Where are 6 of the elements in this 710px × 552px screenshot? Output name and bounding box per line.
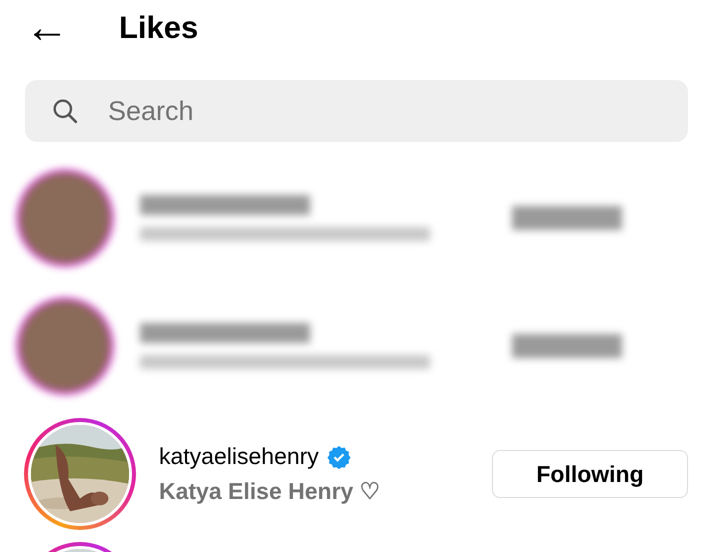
search-field[interactable]: Search xyxy=(25,80,688,142)
back-button[interactable]: ← xyxy=(20,8,74,48)
full-name: Katya Elise Henry ♡ xyxy=(159,478,382,505)
following-button[interactable]: Following xyxy=(492,450,688,498)
page-title: Likes xyxy=(119,10,198,46)
username[interactable]: katyaelisehenry xyxy=(159,443,319,470)
